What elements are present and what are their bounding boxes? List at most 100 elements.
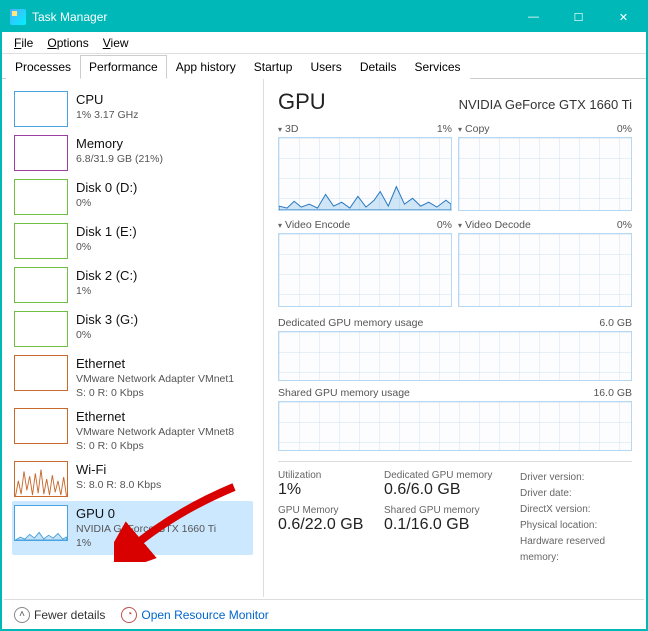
chart-canvas (278, 233, 452, 307)
open-resource-monitor-link[interactable]: ◔ Open Resource Monitor (121, 607, 268, 623)
sidebar: CPU1% 3.17 GHzMemory6.8/31.9 GB (21%)Dis… (2, 79, 264, 597)
sidebar-item-sub: 0% (76, 197, 137, 211)
sidebar-item-name: Disk 2 (C:) (76, 268, 137, 285)
chart-label[interactable]: ▾3D (278, 123, 298, 135)
main-panel: GPU NVIDIA GeForce GTX 1660 Ti ▾3D1%▾Cop… (264, 79, 646, 597)
mem-right: 6.0 GB (599, 317, 632, 329)
sidebar-item-sub: 1% 3.17 GHz (76, 109, 138, 123)
sidebar-item-sub: S: 8.0 R: 8.0 Kbps (76, 479, 161, 493)
sidebar-item-memory[interactable]: Memory6.8/31.9 GB (21%) (12, 131, 253, 175)
maximize-button[interactable]: ☐ (556, 2, 601, 32)
page-title: GPU (278, 89, 326, 115)
sidebar-item-ethernet[interactable]: EthernetVMware Network Adapter VMnet1S: … (12, 351, 253, 404)
footer: ˄ Fewer details ◔ Open Resource Monitor (4, 599, 644, 629)
mem-row: Dedicated GPU memory usage 6.0 GB (278, 315, 632, 381)
mem-label: Shared GPU memory usage (278, 387, 410, 399)
sidebar-item-name: Disk 1 (E:) (76, 224, 137, 241)
thumb-chart (14, 179, 68, 215)
mem-chart (278, 401, 632, 451)
stats: Utilization 1% GPU Memory 0.6/22.0 GB De… (278, 461, 632, 566)
dedmem-value: 0.6/6.0 GB (384, 481, 514, 499)
tab-apphistory[interactable]: App history (167, 55, 245, 79)
chevron-down-icon: ▾ (278, 125, 282, 134)
gpumem-value: 0.6/22.0 GB (278, 516, 378, 534)
thumb-chart (14, 408, 68, 444)
drvdate-label: Driver date: (520, 486, 632, 502)
chevron-down-icon: ▾ (458, 125, 462, 134)
hwres-label: Hardware reserved memory: (520, 534, 632, 566)
util-label: Utilization (278, 470, 378, 481)
menubar: File Options View (2, 32, 646, 54)
sidebar-item-disk-2-c-[interactable]: Disk 2 (C:)1% (12, 263, 253, 307)
thumb-chart (14, 355, 68, 391)
sidebar-item-sub2: S: 0 R: 0 Kbps (76, 440, 234, 454)
sidebar-item-sub: 6.8/31.9 GB (21%) (76, 153, 163, 167)
physloc-label: Physical location: (520, 518, 632, 534)
tab-services[interactable]: Services (406, 55, 470, 79)
chart-label[interactable]: ▾Copy (458, 123, 490, 135)
sidebar-item-name: Disk 3 (G:) (76, 312, 138, 329)
sidebar-item-sub: 1% (76, 285, 137, 299)
directx-label: DirectX version: (520, 502, 632, 518)
tab-performance[interactable]: Performance (80, 55, 167, 79)
shrmem-label: Shared GPU memory (384, 505, 514, 516)
thumb-chart (14, 311, 68, 347)
sidebar-item-disk-3-g-[interactable]: Disk 3 (G:)0% (12, 307, 253, 351)
sidebar-item-wi-fi[interactable]: Wi-FiS: 8.0 R: 8.0 Kbps (12, 457, 253, 501)
shrmem-value: 0.1/16.0 GB (384, 516, 514, 534)
util-value: 1% (278, 481, 378, 499)
menu-options[interactable]: Options (41, 34, 94, 52)
minimize-button[interactable]: — (511, 2, 556, 32)
sidebar-item-sub: 0% (76, 241, 137, 255)
chevron-up-icon: ˄ (14, 607, 30, 623)
sidebar-item-name: GPU 0 (76, 506, 216, 523)
chevron-down-icon: ▾ (458, 221, 462, 230)
drvver-label: Driver version: (520, 470, 632, 486)
tabs: Processes Performance App history Startu… (2, 54, 646, 79)
tab-details[interactable]: Details (351, 55, 406, 79)
sidebar-item-ethernet[interactable]: EthernetVMware Network Adapter VMnet8S: … (12, 404, 253, 457)
sidebar-item-sub2: S: 0 R: 0 Kbps (76, 387, 234, 401)
chart-label[interactable]: ▾Video Decode (458, 219, 531, 231)
mem-right: 16.0 GB (593, 387, 632, 399)
titlebar: Task Manager — ☐ ✕ (2, 2, 646, 32)
sidebar-item-name: Disk 0 (D:) (76, 180, 137, 197)
gpumem-label: GPU Memory (278, 505, 378, 516)
chart-canvas (458, 233, 632, 307)
sidebar-item-disk-1-e-[interactable]: Disk 1 (E:)0% (12, 219, 253, 263)
menu-view[interactable]: View (97, 34, 135, 52)
mem-label: Dedicated GPU memory usage (278, 317, 423, 329)
sidebar-item-sub: VMware Network Adapter VMnet1 (76, 373, 234, 387)
thumb-chart (14, 505, 68, 541)
sidebar-item-sub: VMware Network Adapter VMnet8 (76, 426, 234, 440)
chart-label[interactable]: ▾Video Encode (278, 219, 350, 231)
chevron-down-icon: ▾ (278, 221, 282, 230)
chart-copy: ▾Copy 0% (458, 121, 632, 211)
tab-users[interactable]: Users (301, 55, 350, 79)
tab-startup[interactable]: Startup (245, 55, 302, 79)
thumb-chart (14, 461, 68, 497)
chart-3d: ▾3D1% (278, 121, 452, 211)
sidebar-item-disk-0-d-[interactable]: Disk 0 (D:)0% (12, 175, 253, 219)
chart-canvas (458, 137, 632, 211)
monitor-icon: ◔ (121, 607, 137, 623)
app-icon (10, 9, 26, 25)
close-button[interactable]: ✕ (601, 2, 646, 32)
sidebar-item-sub: NVIDIA GeForce GTX 1660 Ti (76, 523, 216, 537)
window-title: Task Manager (32, 10, 511, 24)
sidebar-item-name: Wi-Fi (76, 462, 161, 479)
sidebar-item-sub2: 1% (76, 537, 216, 551)
sidebar-item-cpu[interactable]: CPU1% 3.17 GHz (12, 87, 253, 131)
chart-pct: 0% (437, 219, 452, 231)
chart-pct: 0% (617, 219, 632, 231)
menu-file[interactable]: File (8, 34, 39, 52)
fewer-details-button[interactable]: ˄ Fewer details (14, 607, 105, 623)
sidebar-item-gpu-0[interactable]: GPU 0NVIDIA GeForce GTX 1660 Ti1% (12, 501, 253, 554)
tab-processes[interactable]: Processes (6, 55, 80, 79)
sidebar-item-name: CPU (76, 92, 138, 109)
gpu-name: NVIDIA GeForce GTX 1660 Ti (459, 97, 632, 112)
dedmem-label: Dedicated GPU memory (384, 470, 514, 481)
chart-pct: 0% (617, 123, 632, 135)
chart-video-encode: ▾Video Encode 0% (278, 217, 452, 307)
chart-video-decode: ▾Video Decode 0% (458, 217, 632, 307)
